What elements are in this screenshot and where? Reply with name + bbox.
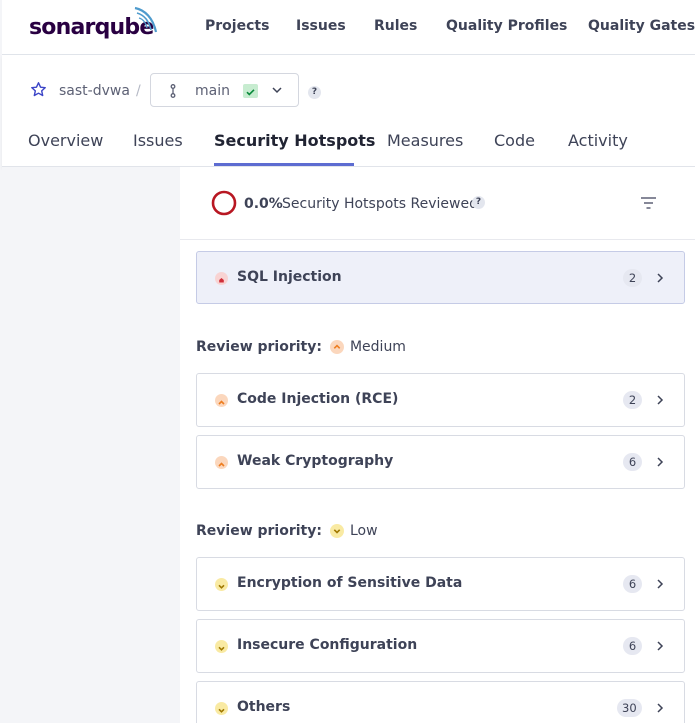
hotspot-category-insecure-configuration[interactable]: Insecure Configuration 6 bbox=[196, 619, 685, 673]
topnav-issues[interactable]: Issues bbox=[296, 18, 346, 34]
review-priority-level: Low bbox=[349, 523, 378, 539]
filter-icon[interactable] bbox=[640, 196, 657, 210]
sonarqube-arc-icon bbox=[135, 6, 158, 33]
tab-measures[interactable]: Measures bbox=[387, 131, 463, 150]
hotspot-category-code-injection[interactable]: Code Injection (RCE) 2 bbox=[196, 373, 685, 427]
active-tab-indicator bbox=[214, 163, 354, 166]
reviewed-percent: 0.0% bbox=[244, 196, 283, 212]
hotspot-category-weak-cryptography[interactable]: Weak Cryptography 6 bbox=[196, 435, 685, 489]
hotspot-count-badge: 2 bbox=[623, 391, 642, 409]
chevron-right-icon bbox=[657, 457, 664, 467]
branch-icon bbox=[170, 84, 176, 98]
review-priority-label: Review priority: bbox=[196, 523, 322, 539]
hotspot-count-badge: 6 bbox=[623, 575, 642, 593]
tab-security-hotspots[interactable]: Security Hotspots bbox=[214, 131, 375, 150]
reviewed-label: Security Hotspots Reviewed bbox=[282, 196, 478, 212]
priority-high-icon bbox=[215, 271, 228, 285]
topnav-projects[interactable]: Projects bbox=[205, 18, 269, 34]
chevron-right-icon bbox=[657, 703, 664, 713]
review-priority-label: Review priority: bbox=[196, 339, 322, 355]
chevron-right-icon bbox=[657, 395, 664, 405]
quality-gate-badge bbox=[243, 84, 258, 98]
branch-selector[interactable]: main bbox=[150, 73, 299, 107]
chevron-right-icon bbox=[657, 641, 664, 651]
project-name[interactable]: sast-dvwa bbox=[59, 83, 130, 99]
tab-overview[interactable]: Overview bbox=[28, 131, 103, 150]
hotspot-category-title: Weak Cryptography bbox=[237, 453, 394, 469]
hotspot-category-sql-injection[interactable]: SQL Injection 2 bbox=[196, 251, 685, 304]
review-priority-low: Review priority: Low bbox=[196, 523, 378, 539]
check-icon bbox=[246, 89, 255, 96]
branch-name: main bbox=[195, 83, 230, 99]
topnav-rules[interactable]: Rules bbox=[374, 18, 417, 34]
review-priority-level: Medium bbox=[349, 339, 406, 355]
tab-issues[interactable]: Issues bbox=[133, 131, 183, 150]
hotspot-category-others[interactable]: Others 30 bbox=[196, 681, 685, 723]
hotspot-count-badge: 30 bbox=[617, 699, 642, 717]
hotspots-summary: 0.0% Security Hotspots Reviewed ? bbox=[180, 167, 695, 240]
priority-low-icon bbox=[215, 640, 228, 653]
help-icon[interactable]: ? bbox=[308, 86, 321, 99]
review-progress-ring bbox=[211, 190, 237, 216]
sonarqube-logo[interactable]: sonarqube bbox=[29, 6, 158, 44]
hotspot-category-title: Code Injection (RCE) bbox=[237, 391, 399, 407]
hotspot-category-title: Others bbox=[237, 699, 291, 715]
tab-code[interactable]: Code bbox=[494, 131, 535, 150]
priority-low-icon bbox=[215, 702, 228, 715]
priority-medium-icon bbox=[329, 340, 344, 354]
tab-activity[interactable]: Activity bbox=[568, 131, 628, 150]
left-panel bbox=[2, 167, 180, 723]
hotspot-count-badge: 2 bbox=[623, 268, 642, 287]
priority-medium-icon bbox=[215, 456, 228, 469]
chevron-right-icon bbox=[657, 579, 664, 589]
priority-low-icon bbox=[215, 578, 228, 591]
topnav-quality-profiles[interactable]: Quality Profiles bbox=[446, 18, 567, 34]
hotspot-category-title: Insecure Configuration bbox=[237, 637, 418, 653]
hotspot-category-title: Encryption of Sensitive Data bbox=[237, 575, 463, 591]
top-navigation-bar: sonarqube Projects Issues Rules Quality … bbox=[2, 0, 695, 55]
review-priority-medium: Review priority: Medium bbox=[196, 339, 406, 355]
chevron-right-icon bbox=[657, 272, 664, 283]
priority-low-icon bbox=[329, 524, 344, 538]
star-icon[interactable] bbox=[30, 81, 47, 98]
hotspot-category-encryption-sensitive-data[interactable]: Encryption of Sensitive Data 6 bbox=[196, 557, 685, 611]
hotspot-count-badge: 6 bbox=[623, 637, 642, 655]
project-tabs: Overview Issues Security Hotspots Measur… bbox=[2, 129, 695, 167]
chevron-down-icon bbox=[272, 87, 282, 94]
topnav-quality-gates[interactable]: Quality Gates bbox=[588, 18, 695, 34]
hotspot-count-badge: 6 bbox=[623, 453, 642, 471]
help-icon[interactable]: ? bbox=[472, 196, 485, 209]
hotspot-category-title: SQL Injection bbox=[237, 268, 342, 285]
breadcrumb-separator: / bbox=[136, 83, 141, 99]
priority-medium-icon bbox=[215, 394, 228, 407]
project-header: sast-dvwa / main ? Overview Issues Secur… bbox=[2, 55, 695, 167]
